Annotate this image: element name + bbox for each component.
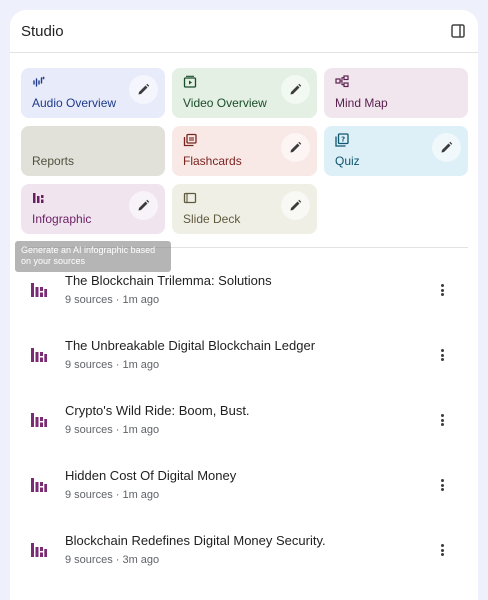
tile-quiz[interactable]: ? Quiz <box>324 126 468 176</box>
edit-infographic-button[interactable] <box>129 191 158 220</box>
tile-audio-overview[interactable]: Audio Overview <box>21 68 165 118</box>
item-title: The Unbreakable Digital Blockchain Ledge… <box>65 338 316 353</box>
collapse-panel-button[interactable] <box>448 21 468 41</box>
list-item[interactable]: The Unbreakable Digital Blockchain Ledge… <box>10 331 478 396</box>
edit-video-overview-button[interactable] <box>281 75 310 104</box>
flashcards-icon <box>183 133 197 147</box>
side-panel-icon <box>451 24 465 38</box>
item-title: The Blockchain Trilemma: Solutions <box>65 273 272 288</box>
list-item[interactable]: The Blockchain Trilemma: Solutions 9 sou… <box>10 266 478 331</box>
audio-wave-icon <box>33 76 46 87</box>
item-meta: 9 sources · 1m ago <box>65 424 160 436</box>
video-icon <box>183 75 197 88</box>
pencil-icon <box>441 141 453 153</box>
more-options-button[interactable] <box>437 476 447 494</box>
tile-label: Reports <box>32 154 75 168</box>
tile-video-overview[interactable]: Video Overview <box>172 68 317 118</box>
pencil-icon <box>138 199 150 211</box>
infographic-icon <box>31 543 47 557</box>
infographic-icon <box>31 413 47 427</box>
tile-label: Flashcards <box>183 154 242 168</box>
tile-slide-deck[interactable]: Slide Deck <box>172 184 317 234</box>
generated-items-list: The Blockchain Trilemma: Solutions 9 sou… <box>10 266 478 591</box>
item-title: Crypto's Wild Ride: Boom, Bust. <box>65 403 250 418</box>
item-title: Hidden Cost Of Digital Money <box>65 468 237 483</box>
more-options-button[interactable] <box>437 281 447 299</box>
svg-text:?: ? <box>341 135 345 143</box>
tile-mind-map[interactable]: Mind Map <box>324 68 468 118</box>
pencil-icon <box>290 83 302 95</box>
tile-label: Slide Deck <box>183 212 241 226</box>
more-options-button[interactable] <box>437 411 447 429</box>
tile-label: Quiz <box>335 154 360 168</box>
pencil-icon <box>290 199 302 211</box>
item-title: Blockchain Redefines Digital Money Secur… <box>65 533 326 548</box>
tile-label: Mind Map <box>335 96 388 110</box>
tile-label: Audio Overview <box>32 96 117 110</box>
list-item[interactable]: Crypto's Wild Ride: Boom, Bust. 9 source… <box>10 396 478 461</box>
tile-flashcards[interactable]: Flashcards <box>172 126 317 176</box>
tile-reports[interactable]: Reports <box>21 126 165 176</box>
edit-quiz-button[interactable] <box>432 133 461 162</box>
edit-audio-overview-button[interactable] <box>129 75 158 104</box>
infographic-icon <box>31 348 47 362</box>
infographic-icon <box>31 283 47 297</box>
pencil-icon <box>138 83 150 95</box>
item-meta: 9 sources · 1m ago <box>65 489 160 501</box>
quiz-icon: ? <box>335 133 349 147</box>
item-meta: 9 sources · 3m ago <box>65 554 160 566</box>
edit-flashcards-button[interactable] <box>281 133 310 162</box>
edit-slide-deck-button[interactable] <box>281 191 310 220</box>
item-meta: 9 sources · 1m ago <box>65 294 160 306</box>
panel-title: Studio <box>21 22 64 40</box>
list-item[interactable]: Hidden Cost Of Digital Money 9 sources ·… <box>10 461 478 526</box>
tile-label: Video Overview <box>183 96 267 110</box>
tile-label: Infographic <box>32 212 92 226</box>
infographic-icon <box>33 193 44 203</box>
more-options-button[interactable] <box>437 346 447 364</box>
more-options-button[interactable] <box>437 541 447 559</box>
tile-infographic[interactable]: Infographic <box>21 184 165 234</box>
pencil-icon <box>290 141 302 153</box>
infographic-icon <box>31 478 47 492</box>
infographic-tooltip: Generate an AI infographic based on your… <box>15 241 171 272</box>
studio-tiles: Audio Overview Video Overview Mind Map R… <box>21 68 468 234</box>
slide-deck-icon <box>183 192 197 204</box>
mind-map-icon <box>335 75 349 88</box>
studio-panel: Studio Audio Overview Video Overview Min… <box>10 10 478 600</box>
item-meta: 9 sources · 1m ago <box>65 359 160 371</box>
list-item[interactable]: Blockchain Redefines Digital Money Secur… <box>10 526 478 591</box>
studio-header: Studio <box>10 10 478 53</box>
